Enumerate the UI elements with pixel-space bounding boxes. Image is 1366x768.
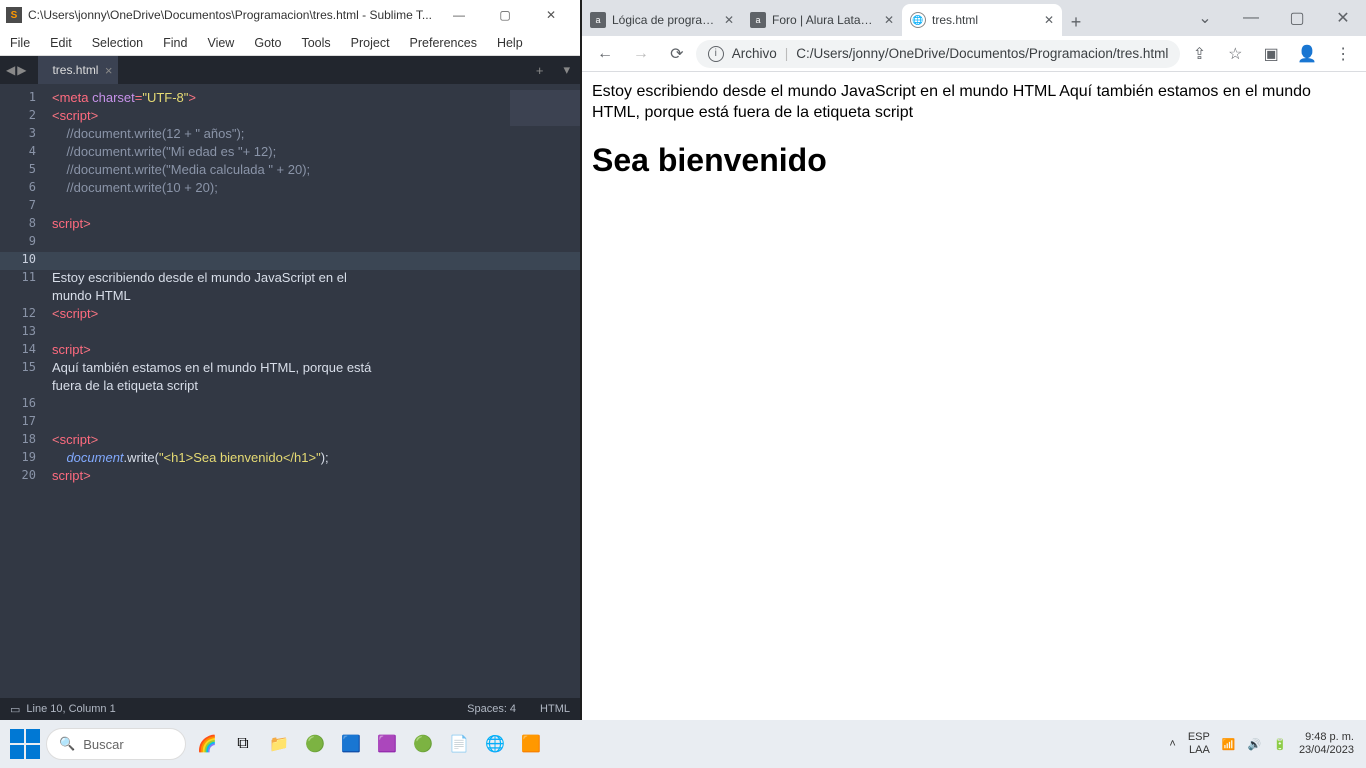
status-bar: ▭ Line 10, Column 1 Spaces: 4 HTML (0, 698, 580, 720)
share-icon[interactable]: ⇪ (1182, 39, 1216, 69)
menu-goto[interactable]: Goto (244, 36, 291, 50)
wifi-icon[interactable]: 📶 (1222, 738, 1236, 751)
menu-edit[interactable]: Edit (40, 36, 82, 50)
new-tab-button[interactable]: + (1062, 8, 1090, 36)
tray-time[interactable]: 9:48 p. m. (1299, 731, 1354, 744)
tab-menu-icon[interactable]: ▾ (553, 62, 580, 78)
menu-find[interactable]: Find (153, 36, 197, 50)
nav-fwd-icon[interactable]: ▶ (17, 63, 26, 77)
editor-tab-label: tres.html (52, 63, 98, 77)
tab-search-icon[interactable]: ⌄ (1182, 0, 1228, 36)
back-button[interactable]: ← (588, 39, 622, 69)
browser-tab-1[interactable]: a Lógica de program... ✕ (582, 4, 742, 36)
taskbar-app-icon[interactable]: 🟢 (408, 729, 438, 759)
taskbar-taskview-icon[interactable]: ⧉ (228, 729, 258, 759)
minimize-button[interactable]: — (1228, 0, 1274, 36)
page-paragraph: Estoy escribiendo desde el mundo JavaScr… (592, 82, 1356, 124)
forward-button[interactable]: → (624, 39, 658, 69)
browser-tab-3[interactable]: 🌐 tres.html ✕ (902, 4, 1062, 36)
tab-close-icon[interactable]: × (105, 63, 113, 78)
page-viewport: Estoy escribiendo desde el mundo JavaScr… (582, 72, 1366, 720)
favicon-icon: a (590, 12, 606, 28)
system-tray[interactable]: ˄ ESP LAA 📶 🔊 🔋 9:48 p. m. 23/04/2023 (1169, 731, 1366, 756)
tray-date[interactable]: 23/04/2023 (1299, 744, 1354, 757)
tab-title: Lógica de program... (612, 13, 720, 27)
menu-help[interactable]: Help (487, 36, 533, 50)
tab-close-icon[interactable]: ✕ (880, 13, 894, 27)
chrome-toolbar: ← → ⟳ i Archivo | C:/Users/jonny/OneDriv… (582, 36, 1366, 72)
menu-icon[interactable]: ⋮ (1326, 39, 1360, 69)
bookmark-icon[interactable]: ☆ (1218, 39, 1252, 69)
volume-icon[interactable]: 🔊 (1248, 738, 1262, 751)
taskbar-vs-icon[interactable]: 🟪 (372, 729, 402, 759)
tab-close-icon[interactable]: ✕ (720, 13, 734, 27)
sublime-app-icon: S (6, 7, 22, 23)
site-info-icon[interactable]: i (708, 46, 724, 62)
taskbar-chrome-running-icon[interactable]: 🌐 (480, 729, 510, 759)
address-bar[interactable]: i Archivo | C:/Users/jonny/OneDrive/Docu… (696, 40, 1181, 68)
menu-view[interactable]: View (197, 36, 244, 50)
tray-lang[interactable]: ESP (1188, 731, 1210, 744)
sublime-tab-bar: ◀▶ tres.html × + ▾ (0, 56, 580, 84)
maximize-button[interactable]: ▢ (482, 0, 528, 30)
taskbar-widgets-icon[interactable]: 🌈 (192, 729, 222, 759)
taskbar-sublime-icon[interactable]: 🟧 (516, 729, 546, 759)
menu-selection[interactable]: Selection (82, 36, 153, 50)
nav-back-icon[interactable]: ◀ (6, 63, 15, 77)
code-area[interactable]: <meta charset="UTF-8"><script> //documen… (46, 84, 580, 698)
status-position[interactable]: Line 10, Column 1 (26, 703, 115, 715)
windows-taskbar: 🔍 Buscar 🌈 ⧉ 📁 🟢 🟦 🟪 🟢 📄 🌐 🟧 ˄ ESP LAA 📶… (0, 720, 1366, 768)
menu-preferences[interactable]: Preferences (400, 36, 487, 50)
url-text: C:/Users/jonny/OneDrive/Documentos/Progr… (796, 46, 1168, 61)
taskbar-explorer-icon[interactable]: 📁 (264, 729, 294, 759)
minimap[interactable] (510, 90, 580, 150)
editor-body[interactable]: 1234567891011121314151617181920 <meta ch… (0, 84, 580, 698)
battery-icon[interactable]: 🔋 (1273, 738, 1287, 751)
reload-button[interactable]: ⟳ (660, 39, 694, 69)
panel-switcher-icon[interactable]: ▭ (10, 703, 20, 716)
status-lang[interactable]: HTML (540, 703, 570, 715)
tab-close-icon[interactable]: ✕ (1040, 13, 1054, 27)
close-button[interactable]: ✕ (1320, 0, 1366, 36)
sublime-window: S C:\Users\jonny\OneDrive\Documentos\Pro… (0, 0, 580, 720)
sidepanel-icon[interactable]: ▣ (1254, 39, 1288, 69)
chrome-tab-strip: a Lógica de program... ✕ a Foro | Alura … (582, 0, 1366, 36)
search-icon: 🔍 (59, 736, 75, 752)
tab-title: tres.html (932, 13, 1040, 27)
new-tab-icon[interactable]: + (526, 63, 554, 78)
page-heading: Sea bienvenido (592, 142, 1356, 179)
taskbar-app-icon[interactable]: 📄 (444, 729, 474, 759)
line-gutter: 1234567891011121314151617181920 (0, 84, 46, 698)
taskbar-chrome-icon[interactable]: 🟢 (300, 729, 330, 759)
minimize-button[interactable]: — (436, 0, 482, 30)
sublime-title: C:\Users\jonny\OneDrive\Documentos\Progr… (28, 8, 436, 22)
favicon-icon: a (750, 12, 766, 28)
browser-tab-2[interactable]: a Foro | Alura Latam ... ✕ (742, 4, 902, 36)
editor-tab[interactable]: tres.html × (38, 56, 118, 84)
close-button[interactable]: ✕ (528, 0, 574, 30)
start-button[interactable] (10, 729, 40, 759)
menu-project[interactable]: Project (341, 36, 400, 50)
sublime-title-bar[interactable]: S C:\Users\jonny\OneDrive\Documentos\Pro… (0, 0, 580, 30)
status-spaces[interactable]: Spaces: 4 (467, 703, 516, 715)
maximize-button[interactable]: ▢ (1274, 0, 1320, 36)
sublime-menu-bar: File Edit Selection Find View Goto Tools… (0, 30, 580, 56)
menu-tools[interactable]: Tools (291, 36, 340, 50)
search-placeholder: Buscar (83, 737, 123, 752)
menu-file[interactable]: File (0, 36, 40, 50)
taskbar-search[interactable]: 🔍 Buscar (46, 728, 186, 760)
profile-icon[interactable]: 👤 (1290, 39, 1324, 69)
url-scheme: Archivo (732, 46, 777, 61)
favicon-icon: 🌐 (910, 12, 926, 28)
chrome-window: a Lógica de program... ✕ a Foro | Alura … (582, 0, 1366, 720)
taskbar-vscode-icon[interactable]: 🟦 (336, 729, 366, 759)
tab-title: Foro | Alura Latam ... (772, 13, 880, 27)
tray-kbd[interactable]: LAA (1188, 744, 1210, 757)
tray-chevron-icon[interactable]: ˄ (1169, 738, 1175, 750)
